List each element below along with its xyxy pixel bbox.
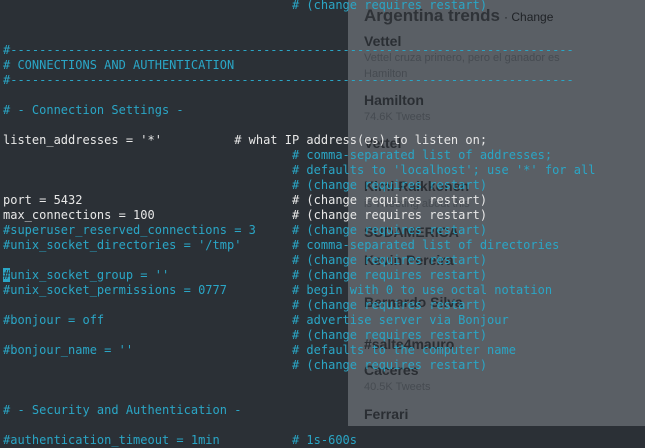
config-line-rest: unix_socket_group = '' # (change require… [10,268,488,282]
config-line: # (change requires restart) [3,178,488,192]
config-line: #---------------------------------------… [3,43,574,57]
config-line: # defaults to 'localhost'; use '*' for a… [3,163,596,177]
config-line: # (change requires restart) [3,358,488,372]
config-line: # (change requires restart) [3,253,488,267]
config-line: listen_addresses = '*' # what IP address… [3,133,488,147]
config-line: #unix_socket_directories = '/tmp' # comm… [3,238,560,252]
config-line: #authentication_timeout = 1min # 1s-600s [3,433,358,447]
config-line: #bonjour_name = '' # defaults to the com… [3,343,516,357]
config-line: #bonjour = off # advertise server via Bo… [3,313,509,327]
config-line: port = 5432 # (change requires restart) [3,193,488,207]
config-line: # (change requires restart) [3,0,488,12]
config-editor[interactable]: # (change requires restart) #------------… [0,0,645,447]
config-line: # - Connection Settings - [3,103,184,117]
config-line: #unix_socket_group = '' # (change requir… [3,268,487,283]
config-line: # - Security and Authentication - [3,403,242,417]
terminal-window[interactable]: Argentina trends · Change Vettel Vettel cr… [0,0,645,447]
config-line: # comma-separated list of addresses; [3,148,553,162]
config-line: # (change requires restart) [3,328,488,342]
config-line: #unix_socket_permissions = 0777 # begin … [3,283,553,297]
config-line: #---------------------------------------… [3,73,574,87]
config-line: # CONNECTIONS AND AUTHENTICATION [3,58,235,72]
config-line: max_connections = 100 # (change requires… [3,208,488,222]
config-line: #superuser_reserved_connections = 3 # (c… [3,223,488,237]
config-line: # (change requires restart) [3,298,488,312]
